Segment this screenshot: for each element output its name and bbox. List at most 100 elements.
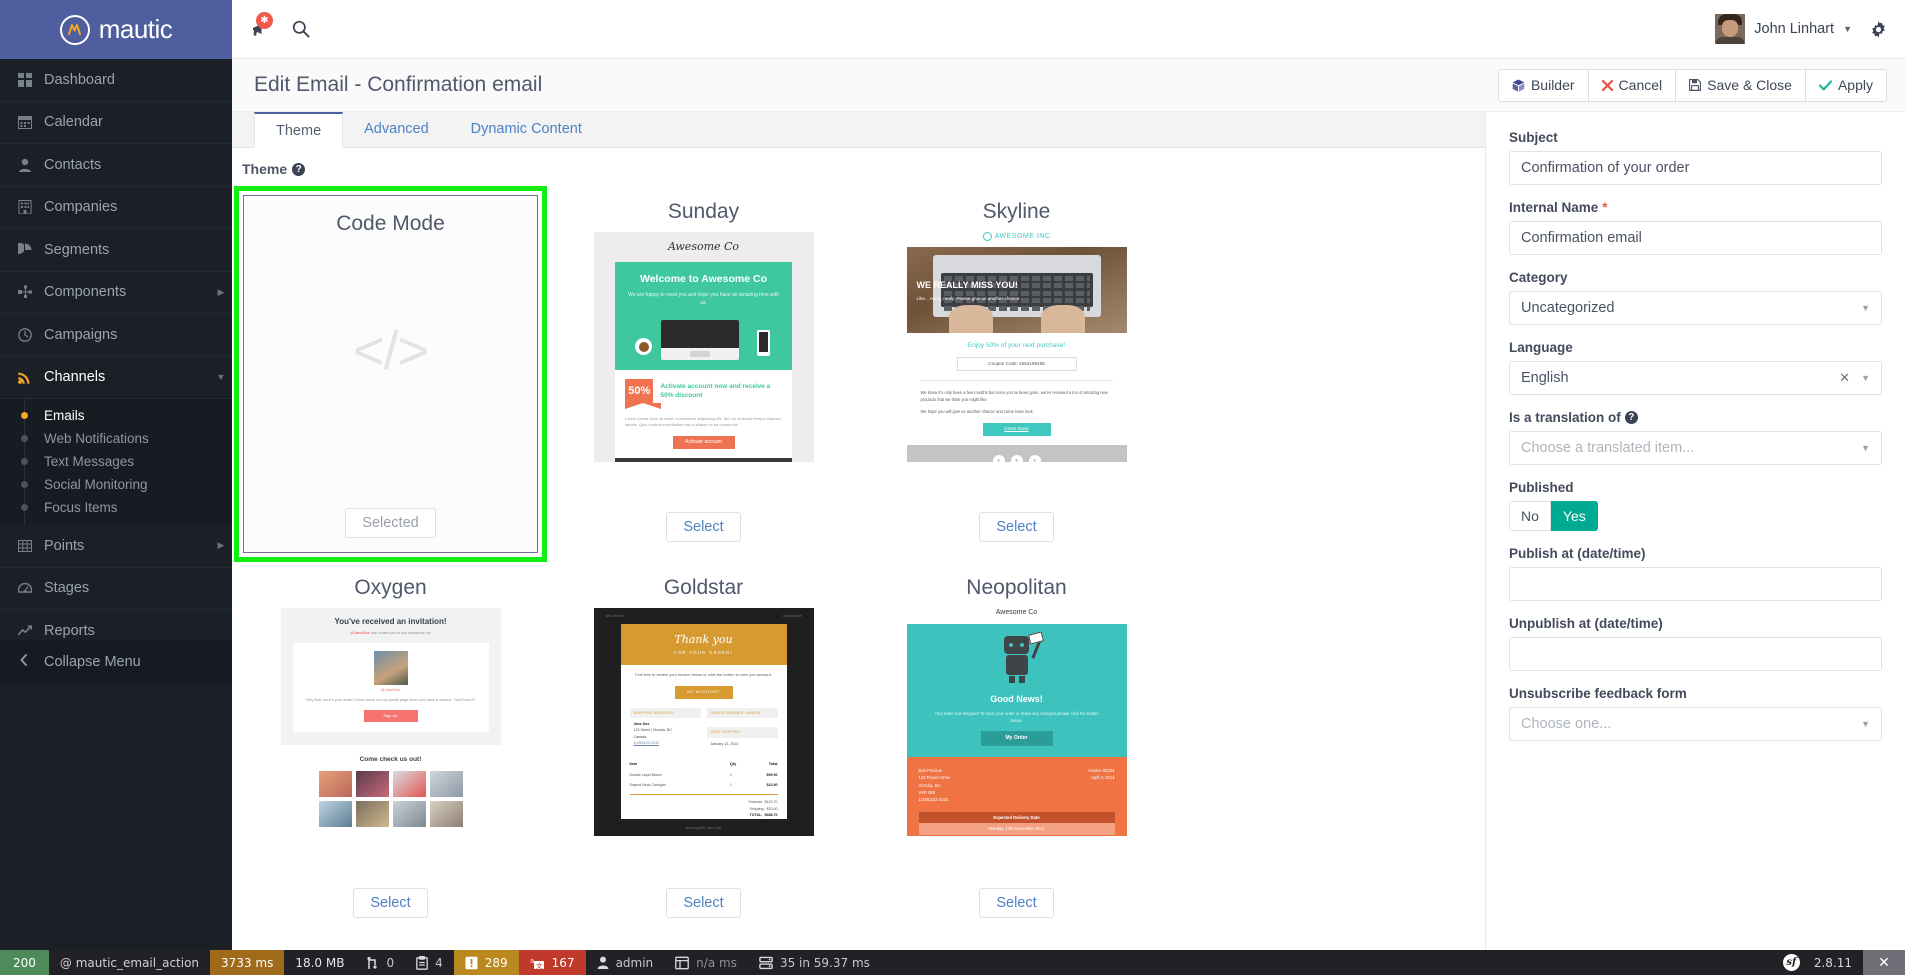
neopolitan-invoice: Invoice 00234 <box>1088 767 1115 773</box>
theme-select-button[interactable]: Select <box>979 512 1054 542</box>
sidebar-subitem-text-messages[interactable]: Text Messages <box>0 450 232 473</box>
unsubscribe-form-label: Unsubscribe feedback form <box>1509 686 1687 701</box>
oxygen-handle: @JaneDoe <box>380 687 401 692</box>
notification-badge: ✱ <box>256 12 273 29</box>
theme-card-sunday[interactable]: Sunday Awesome Co Welcome to Awesome Co … <box>547 186 860 562</box>
save-and-close-button[interactable]: Save & Close <box>1676 68 1806 102</box>
builder-button[interactable]: Builder <box>1497 68 1589 102</box>
sidebar-item-stages[interactable]: Stages <box>0 568 232 610</box>
published-yes-option[interactable]: Yes <box>1550 501 1598 531</box>
contacts-icon <box>18 158 44 172</box>
clear-icon[interactable]: ✕ <box>1839 370 1850 386</box>
theme-select-button[interactable]: Selected <box>345 508 436 538</box>
topbar-left-icons: ✱ <box>232 12 310 39</box>
goldstar-total-label: TOTAL: <box>749 813 763 818</box>
internal-name-input[interactable]: Confirmation email <box>1509 221 1882 255</box>
sunday-subhead: We are happy to meet you and hope you ha… <box>628 292 779 306</box>
page-title: Edit Email - Confirmation email <box>254 73 543 96</box>
unsubscribe-form-select[interactable]: Choose one... ▼ <box>1509 707 1882 741</box>
brand-logo[interactable]: mautic <box>0 0 232 59</box>
theme-select-button[interactable]: Select <box>666 888 741 918</box>
theme-card-goldstar[interactable]: Goldstar Web Version Unsubscribe Thank y… <box>547 562 860 936</box>
mautic-m-icon <box>59 14 90 45</box>
field-translation: Is a translation of ? Choose a translate… <box>1509 410 1882 465</box>
theme-select-button[interactable]: Select <box>666 512 741 542</box>
collapse-menu-button[interactable]: Collapse Menu <box>0 641 232 683</box>
chevron-right-icon: ▶ <box>217 286 225 297</box>
sidebar-item-calendar[interactable]: Calendar <box>0 102 232 144</box>
theme-select-button[interactable]: Select <box>979 888 1054 918</box>
sidebar-item-contacts[interactable]: Contacts <box>0 144 232 187</box>
profiler-translations[interactable]: a文 167 <box>518 950 586 975</box>
profiler-close-button[interactable]: ✕ <box>1863 950 1905 975</box>
sidebar-item-components[interactable]: Components ▶ <box>0 272 232 314</box>
published-toggle: No Yes <box>1509 501 1882 531</box>
template-icon <box>675 956 690 970</box>
robot-icon <box>993 631 1044 688</box>
sidebar-item-companies[interactable]: Companies <box>0 187 232 229</box>
theme-card-code-mode[interactable]: Code Mode </> Selected <box>234 186 547 562</box>
code-placeholder-glyph: </> <box>352 321 429 381</box>
profiler-status-code[interactable]: 200 <box>0 950 49 975</box>
cancel-button[interactable]: Cancel <box>1588 68 1677 102</box>
translation-select[interactable]: Choose a translated item... ▼ <box>1509 431 1882 465</box>
publish-at-input[interactable] <box>1509 567 1882 601</box>
theme-card-skyline[interactable]: Skyline AWESOME INC WE REALLY MISS YOU! … <box>860 186 1173 562</box>
neopolitan-cust-line1: 123 Flower Drive <box>918 775 951 781</box>
oxygen-profile-photo <box>373 650 408 685</box>
profiler-warnings-count: 289 <box>484 955 508 970</box>
tab-advanced[interactable]: Advanced <box>343 111 450 147</box>
sidebar-subitem-focus-items[interactable]: Focus Items <box>0 496 232 519</box>
tab-dynamic-content[interactable]: Dynamic Content <box>450 111 603 147</box>
theme-card-oxygen[interactable]: Oxygen You've received an invitation! @J… <box>234 562 547 936</box>
published-no-option[interactable]: No <box>1509 501 1551 531</box>
oxygen-sub-rest: has invited you to join Awesome Inc <box>370 630 431 635</box>
profiler-user[interactable]: admin <box>586 950 665 975</box>
sidebar-item-segments[interactable]: Segments <box>0 229 232 272</box>
table-row: Double Lapel Blazer 1 $99.90 <box>629 772 778 777</box>
sidebar-subitem-label: Emails <box>44 408 85 423</box>
profiler-twig[interactable]: n/a ms <box>664 950 748 975</box>
sidebar-subitem-web-notifications[interactable]: Web Notifications <box>0 427 232 450</box>
points-icon <box>18 539 44 553</box>
theme-select-button[interactable]: Select <box>353 888 428 918</box>
sidebar-item-campaigns[interactable]: Campaigns <box>0 314 232 357</box>
theme-card-neopolitan[interactable]: Neopolitan Awesome Co Good News! Your or… <box>860 562 1173 936</box>
theme-card-blank[interactable]: Blank Hello there! We haven't heard from… <box>234 936 547 950</box>
profiler-version[interactable]: sf 2.8.11 <box>1772 950 1863 975</box>
profiler-database[interactable]: 35 in 59.37 ms <box>748 950 881 975</box>
search-icon[interactable] <box>292 20 310 38</box>
sidebar-item-label: Stages <box>44 580 90 597</box>
profiler-time[interactable]: 3733 ms <box>210 950 285 975</box>
apply-button[interactable]: Apply <box>1805 68 1887 102</box>
field-category: Category Uncategorized ▼ <box>1509 270 1882 325</box>
unpublish-at-input[interactable] <box>1509 637 1882 671</box>
translation-label: Is a translation of ? <box>1509 410 1882 425</box>
language-select[interactable]: English ✕ ▼ <box>1509 361 1882 395</box>
neopolitan-invoice-date: April 3, 2014 <box>1090 775 1115 781</box>
gear-icon[interactable] <box>1870 20 1887 38</box>
profiler-route[interactable]: @ mautic_email_action <box>49 950 210 975</box>
apply-button-label: Apply <box>1837 77 1873 93</box>
help-icon[interactable]: ? <box>292 162 306 176</box>
sidebar-item-dashboard[interactable]: Dashboard <box>0 59 232 102</box>
floppy-icon <box>1689 79 1702 91</box>
sidebar-subitem-social-monitoring[interactable]: Social Monitoring <box>0 473 232 496</box>
profiler-warnings[interactable]: 289 <box>453 950 519 975</box>
sunday-cta: Activate account <box>672 435 735 449</box>
subject-input[interactable]: Confirmation of your order <box>1509 151 1882 185</box>
tab-theme[interactable]: Theme <box>254 112 344 148</box>
category-select[interactable]: Uncategorized ▼ <box>1509 291 1882 325</box>
sidebar-item-points[interactable]: Points ▶ <box>0 525 232 568</box>
sidebar-item-channels[interactable]: Channels ▼ <box>0 357 232 399</box>
megaphone-icon[interactable]: ✱ <box>250 12 273 39</box>
sidebar-subitem-emails[interactable]: Emails <box>0 404 232 427</box>
required-asterisk: * <box>1602 200 1608 215</box>
profiler-logs[interactable]: 4 <box>405 950 454 975</box>
neopolitan-cta: My Order <box>980 730 1053 746</box>
user-menu[interactable]: John Linhart ▼ <box>1715 14 1852 44</box>
help-icon[interactable]: ? <box>1624 411 1638 424</box>
skyline-hero-image: WE REALLY MISS YOU! Like... really, real… <box>906 247 1127 334</box>
profiler-memory[interactable]: 18.0 MB <box>284 950 355 975</box>
profiler-forms[interactable]: 0 <box>355 950 405 975</box>
